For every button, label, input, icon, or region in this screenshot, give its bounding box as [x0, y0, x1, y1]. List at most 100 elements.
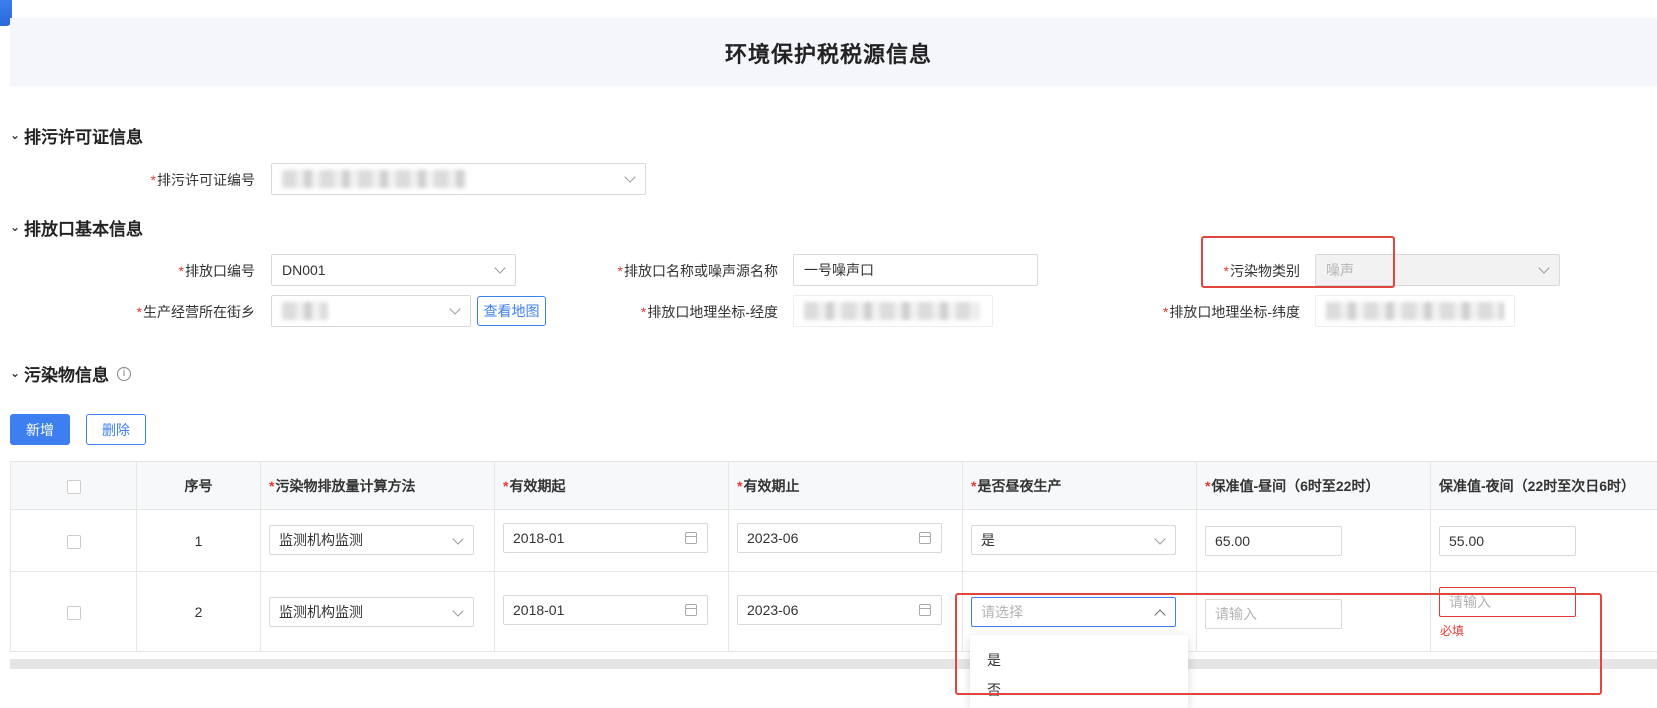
- night-value-cell: 请输入 必填: [1430, 571, 1657, 652]
- view-map-button[interactable]: 查看地图: [477, 296, 546, 326]
- daynight-select[interactable]: 请选择: [971, 597, 1176, 627]
- table-header-row: 序号 *污染物排放量计算方法 *有效期起 *有效期止 *是否昼夜生产 *保准值-…: [10, 461, 1657, 510]
- start-cell: 2018-01: [494, 509, 729, 572]
- night-value-input[interactable]: 请输入: [1439, 587, 1576, 617]
- header-daynight: *是否昼夜生产: [962, 461, 1197, 510]
- method-value: 监测机构监测: [279, 604, 363, 620]
- row-index: 1: [136, 509, 261, 572]
- header-start: *有效期起: [494, 461, 729, 510]
- redacted-value: [282, 302, 328, 320]
- method-value: 监测机构监测: [279, 532, 363, 548]
- section-outlet-title: 排放口基本信息: [24, 220, 143, 239]
- pollutant-category-value: 噪声: [1326, 262, 1354, 278]
- start-value: 2018-01: [513, 602, 565, 618]
- latitude-label: *排放口地理坐标-纬度: [1162, 304, 1300, 320]
- end-date-picker[interactable]: 2023-06: [737, 595, 942, 625]
- section-outlet[interactable]: ⌄ 排放口基本信息: [10, 215, 143, 240]
- day-value-input[interactable]: 请输入: [1205, 599, 1342, 629]
- method-cell: 监测机构监测: [260, 571, 495, 652]
- chevron-down-icon: ⌄: [10, 219, 21, 234]
- permit-number-select[interactable]: [271, 163, 646, 195]
- header-select-all[interactable]: [10, 461, 137, 510]
- permit-number-label: *排污许可证编号: [150, 172, 255, 188]
- street-select[interactable]: [271, 295, 471, 327]
- calendar-icon: [919, 532, 931, 544]
- header-day-value: *保准值-昼间（6时至22时）: [1196, 461, 1431, 510]
- end-cell: 2023-06: [728, 571, 963, 652]
- daynight-dropdown: 是 否: [970, 635, 1188, 708]
- calendar-icon: [685, 532, 697, 544]
- night-value-cell: 55.00: [1430, 509, 1657, 572]
- table-row: 2 监测机构监测 2018-01 2023-06 请选择 请输入 请输入 必填: [10, 571, 1657, 652]
- daynight-value: 是: [981, 532, 995, 548]
- longitude-input[interactable]: [793, 295, 993, 327]
- day-value-placeholder: 请输入: [1215, 606, 1257, 622]
- row-index: 2: [136, 571, 261, 652]
- chevron-down-icon: [452, 605, 464, 617]
- night-value-input[interactable]: 55.00: [1439, 526, 1576, 556]
- horizontal-scrollbar[interactable]: [10, 659, 1657, 669]
- chevron-down-icon: [452, 533, 464, 545]
- end-value: 2023-06: [747, 530, 799, 546]
- day-value-cell: 65.00: [1196, 509, 1431, 572]
- pollutant-table: 序号 *污染物排放量计算方法 *有效期起 *有效期止 *是否昼夜生产 *保准值-…: [10, 461, 1657, 652]
- pollutant-category-select[interactable]: 噪声: [1315, 254, 1560, 286]
- start-date-picker[interactable]: 2018-01: [503, 595, 708, 625]
- outlet-code-label: *排放口编号: [178, 263, 255, 279]
- end-date-picker[interactable]: 2023-06: [737, 523, 942, 553]
- chevron-down-icon: [494, 262, 506, 274]
- header-end: *有效期止: [728, 461, 963, 510]
- section-pollutant-title: 污染物信息: [24, 366, 109, 385]
- section-permit-title: 排污许可证信息: [24, 128, 143, 147]
- section-pollutant[interactable]: ⌄ 污染物信息 i: [10, 361, 131, 386]
- info-circle-icon[interactable]: i: [117, 366, 131, 381]
- outlet-name-value: 一号噪声口: [804, 262, 874, 278]
- method-cell: 监测机构监测: [260, 509, 495, 572]
- add-button[interactable]: 新增: [10, 414, 70, 445]
- night-value-placeholder: 请输入: [1449, 594, 1491, 610]
- checkbox[interactable]: [66, 479, 81, 494]
- pollutant-category-label: *污染物类别: [1223, 263, 1300, 279]
- method-select[interactable]: 监测机构监测: [269, 597, 474, 627]
- start-date-picker[interactable]: 2018-01: [503, 523, 708, 553]
- table-row: 1 监测机构监测 2018-01 2023-06 是 65.00 55.00: [10, 509, 1657, 572]
- method-select[interactable]: 监测机构监测: [269, 525, 474, 555]
- header-method: *污染物排放量计算方法: [260, 461, 495, 510]
- street-label: *生产经营所在街乡: [136, 304, 255, 320]
- daynight-select[interactable]: 是: [971, 525, 1176, 555]
- start-value: 2018-01: [513, 530, 565, 546]
- header-index: 序号: [136, 461, 261, 510]
- day-value-input[interactable]: 65.00: [1205, 526, 1342, 556]
- calendar-icon: [919, 604, 931, 616]
- row-checkbox-cell[interactable]: [10, 571, 137, 652]
- redacted-value: [282, 170, 467, 188]
- chevron-down-icon: [624, 171, 636, 183]
- chevron-down-icon: ⌄: [10, 365, 21, 380]
- outlet-code-select[interactable]: DN001: [271, 254, 516, 286]
- row-checkbox-cell[interactable]: [10, 509, 137, 572]
- chevron-down-icon: [1154, 533, 1166, 545]
- outlet-name-input[interactable]: 一号噪声口: [793, 254, 1038, 286]
- start-cell: 2018-01: [494, 571, 729, 652]
- dropdown-option-yes[interactable]: 是: [987, 650, 1001, 670]
- daynight-placeholder: 请选择: [981, 604, 1023, 620]
- dropdown-option-no[interactable]: 否: [987, 680, 1001, 700]
- day-value-cell: 请输入: [1196, 571, 1431, 652]
- header-night-value: 保准值-夜间（22时至次日6时）: [1430, 461, 1657, 510]
- end-cell: 2023-06: [728, 509, 963, 572]
- outlet-name-label: *排放口名称或噪声源名称: [617, 263, 778, 279]
- daynight-cell: 是: [962, 509, 1197, 572]
- checkbox[interactable]: [66, 605, 81, 620]
- page-title: 环境保护税税源信息: [724, 42, 932, 67]
- chevron-down-icon: [449, 303, 461, 315]
- checkbox[interactable]: [66, 534, 81, 549]
- required-error-text: 必填: [1440, 624, 1465, 638]
- calendar-icon: [685, 604, 697, 616]
- delete-button[interactable]: 删除: [86, 414, 146, 445]
- section-permit[interactable]: ⌄ 排污许可证信息: [10, 123, 143, 148]
- night-value: 55.00: [1449, 533, 1485, 549]
- day-value: 65.00: [1215, 533, 1251, 549]
- longitude-label: *排放口地理坐标-经度: [640, 304, 778, 320]
- latitude-input[interactable]: [1315, 295, 1515, 327]
- end-value: 2023-06: [747, 602, 799, 618]
